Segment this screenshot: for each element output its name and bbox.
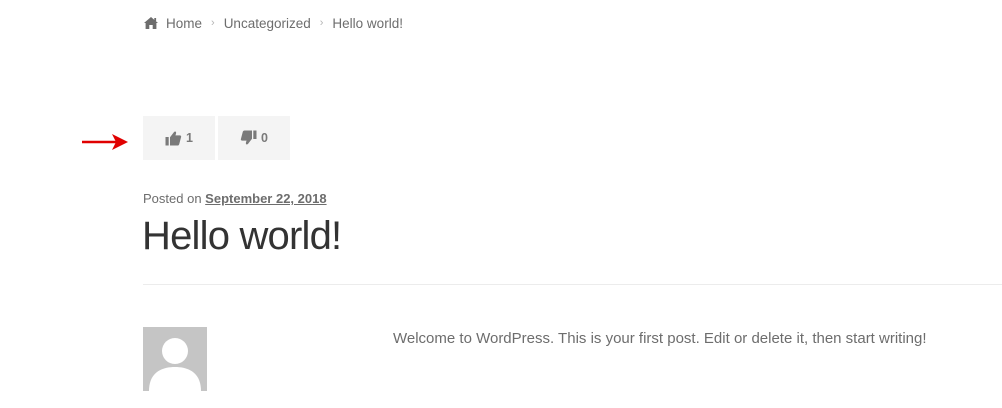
breadcrumb-home-link[interactable]: Home (166, 16, 202, 31)
breadcrumb-current: Hello world! (332, 15, 403, 31)
posted-on-label: Posted on (143, 191, 202, 206)
red-arrow-icon (82, 134, 128, 150)
like-count: 1 (186, 131, 193, 145)
post-content: Welcome to WordPress. This is your first… (393, 330, 927, 347)
post-title: Hello world! (142, 214, 342, 258)
avatar (143, 327, 207, 391)
breadcrumb-category-link[interactable]: Uncategorized (224, 16, 311, 31)
breadcrumb-separator: › (319, 17, 324, 29)
home-icon[interactable] (143, 16, 159, 30)
user-silhouette-icon (149, 338, 201, 391)
dislike-button[interactable]: 0 (218, 116, 290, 160)
dislike-count: 0 (261, 131, 268, 145)
thumbs-down-icon (240, 130, 257, 145)
breadcrumb: Home › Uncategorized › Hello world! (143, 14, 403, 32)
like-button[interactable]: 1 (143, 116, 215, 160)
post-date-link[interactable]: September 22, 2018 (205, 191, 326, 206)
breadcrumb-separator: › (211, 17, 215, 29)
post-meta: Posted on September 22, 2018 (143, 191, 327, 206)
thumbs-up-icon (165, 131, 182, 146)
divider (143, 284, 1002, 285)
